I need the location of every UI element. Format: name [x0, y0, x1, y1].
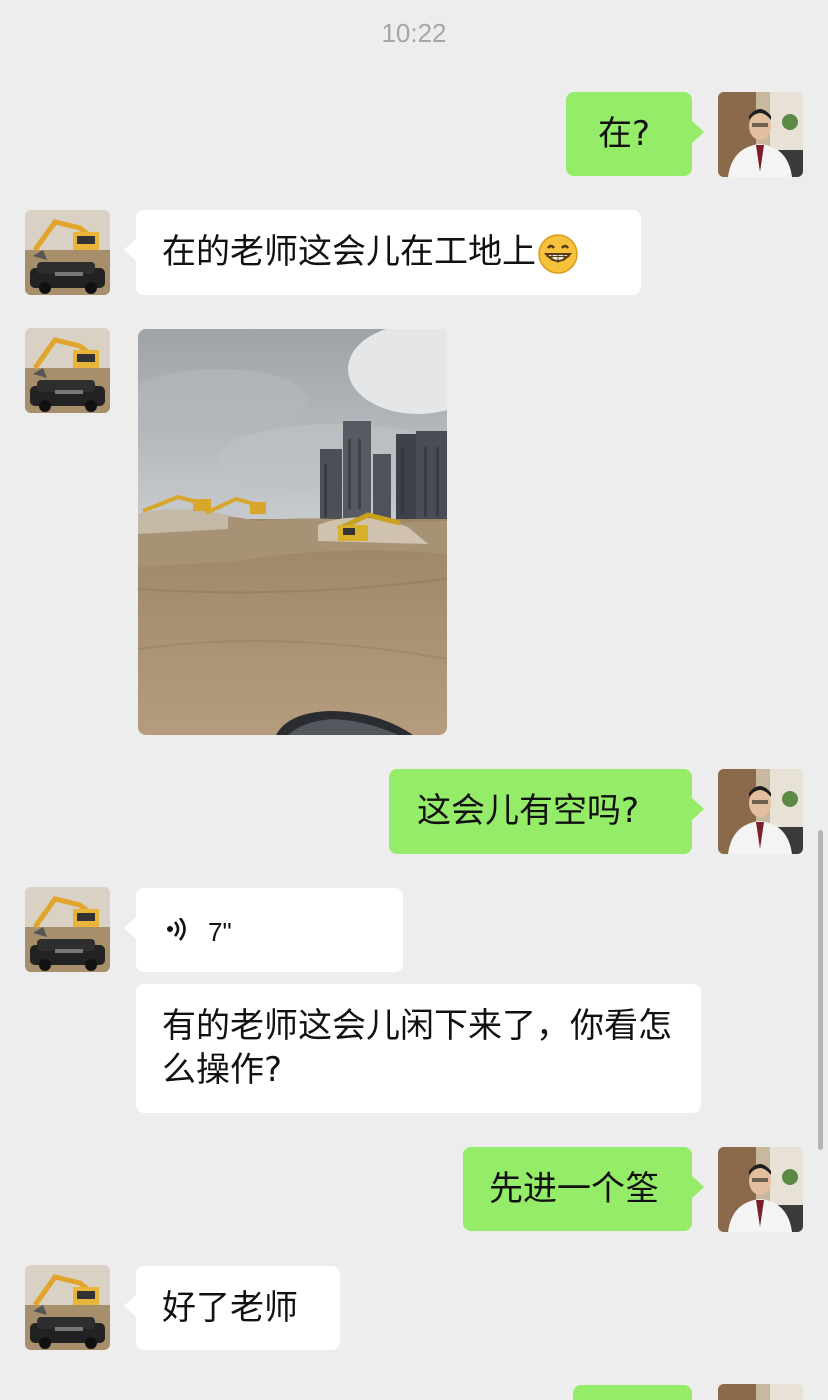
voice-duration: 7" [208, 917, 232, 947]
message-text: 在? [598, 114, 651, 154]
message-bubble-incoming[interactable]: 有的老师这会儿闲下来了，你看怎么操作? [136, 984, 701, 1113]
voice-message-bubble[interactable]: 7" [124, 888, 403, 972]
message-bubble-incoming[interactable]: 在的老师这会儿在工地上 [124, 210, 641, 295]
message-bubble-outgoing[interactable]: 在? [566, 92, 704, 176]
scrollbar[interactable] [818, 830, 823, 1150]
message-text: 在的老师这会儿在工地上 [162, 232, 536, 272]
timestamp: 10:22 [381, 18, 447, 48]
avatar-self[interactable] [718, 92, 803, 177]
message-bubble-outgoing[interactable]: 先进一个筌 [463, 1147, 704, 1231]
avatar-contact[interactable] [25, 1265, 110, 1350]
message-text: 先进一个筌 [489, 1169, 659, 1209]
avatar-self[interactable] [718, 769, 803, 854]
avatar-contact[interactable] [25, 328, 110, 413]
message-bubble-outgoing-partial[interactable] [573, 1385, 692, 1400]
message-text: 有的老师这会儿闲下来了，你看怎么操作? [162, 1006, 672, 1090]
construction-site-photo[interactable] [138, 329, 447, 735]
message-bubble-incoming[interactable]: 好了老师 [124, 1266, 340, 1350]
message-bubble-outgoing[interactable]: 这会儿有空吗? [389, 769, 704, 854]
avatar-contact[interactable] [25, 887, 110, 972]
message-text: 这会儿有空吗? [417, 791, 640, 831]
grinning-face-emoji [538, 233, 578, 274]
avatar-self[interactable] [718, 1147, 803, 1232]
message-text: 好了老师 [162, 1288, 298, 1328]
voice-wave-icon [166, 918, 186, 942]
avatar-self[interactable] [718, 1384, 803, 1400]
avatar-contact[interactable] [25, 210, 110, 295]
